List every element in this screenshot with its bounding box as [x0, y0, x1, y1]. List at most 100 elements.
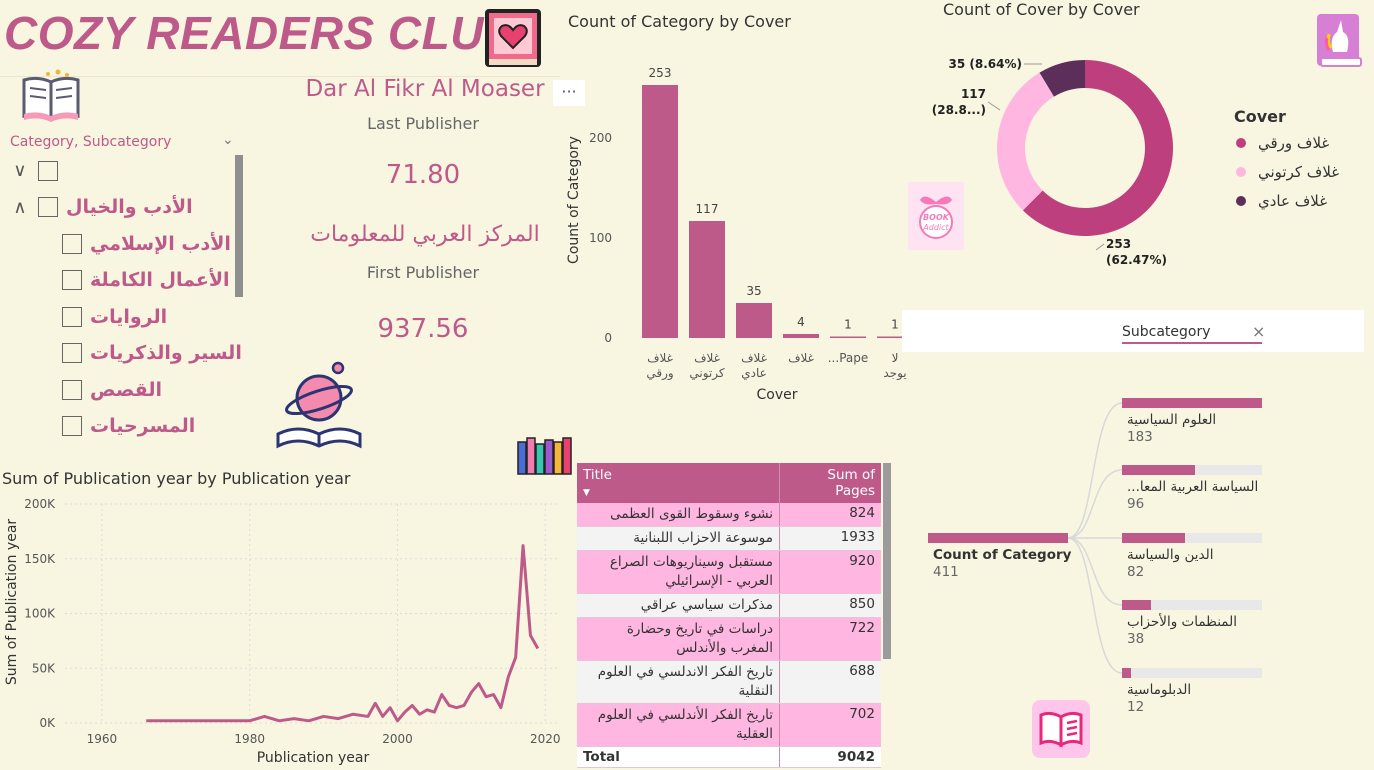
bar-y-axis-label: Count of Category — [566, 136, 582, 264]
table-cell-pages: 850 — [779, 593, 881, 618]
book-heart-icon — [482, 6, 544, 70]
bar-x-tick: غلاف — [694, 351, 720, 365]
decomp-root-bar[interactable] — [928, 533, 1068, 543]
bar-chart: Count of Category0100200253غلافورقي117غل… — [566, 66, 913, 403]
slicer-checkbox[interactable] — [62, 343, 82, 363]
decomp-node-label: السياسة العربية المعا... — [1127, 479, 1259, 495]
bar-x-tick: كرتوني — [689, 366, 725, 381]
line-x-tick: 2020 — [530, 732, 561, 746]
close-icon[interactable]: × — [1252, 322, 1265, 341]
legend-item[interactable]: غلاف عادي — [1236, 192, 1327, 210]
first-publisher-label: First Publisher — [366, 263, 480, 282]
decomp-node-fill — [1122, 533, 1185, 543]
decomp-node-bar[interactable] — [1122, 600, 1262, 610]
slicer-checkbox[interactable] — [62, 380, 82, 400]
slicer-checkbox[interactable] — [38, 160, 58, 181]
bar — [830, 336, 866, 338]
decomp-root-value: 411 — [933, 564, 959, 580]
table-cell-title: مستقبل وسيناريوهات الصراع العربي - الإسر… — [577, 550, 780, 594]
first-value: 937.56 — [377, 314, 469, 344]
table-cell-pages: 722 — [779, 617, 881, 661]
table-cell-title: تاريخ الفكر الأندلسي في العلوم العقلية — [577, 703, 780, 747]
bar — [689, 221, 725, 338]
slicer-checkbox[interactable] — [62, 234, 82, 254]
slicer-item[interactable]: السير والذكريات — [62, 342, 242, 364]
bar-data-label: 35 — [746, 284, 761, 298]
slicer-item[interactable]: ∨ — [8, 160, 66, 181]
bar-data-label: 1 — [844, 318, 852, 332]
donut-data-label: (62.47%) — [1106, 253, 1167, 267]
legend-item[interactable]: غلاف كرتوني — [1236, 163, 1339, 181]
legend-item[interactable]: غلاف ورقي — [1236, 134, 1329, 152]
donut-chart-title: Count of Cover by Cover — [943, 0, 1140, 19]
slicer-checkbox[interactable] — [62, 270, 82, 290]
bar-x-tick: غلاف — [788, 351, 814, 365]
first-publisher-name: المركز العربي للمعلومات — [310, 222, 540, 247]
slicer-scrollbar[interactable] — [235, 155, 243, 297]
slicer-item[interactable]: الروايات — [62, 306, 167, 328]
table-cell-title: مذكرات سياسي عراقي — [577, 593, 780, 618]
chevron-down-icon[interactable]: ⌄ — [222, 132, 234, 148]
slicer-item[interactable]: الأعمال الكاملة — [62, 269, 230, 291]
legend-dot — [1236, 167, 1246, 177]
decomp-node-label: الدبلوماسية — [1127, 682, 1192, 698]
table-cell-title: دراسات في تاريخ وحضارة المغرب والأندلس — [577, 617, 780, 661]
line-y-tick: 150K — [24, 552, 56, 566]
table-row[interactable]: نشوء وسقوط القوى العظمى 824 — [577, 503, 881, 527]
table-cell-pages: 920 — [779, 550, 881, 594]
line-x-tick: 1960 — [87, 732, 118, 746]
table-row[interactable]: دراسات في تاريخ وحضارة المغرب والأندلس 72… — [577, 617, 881, 661]
table-header-title[interactable]: Title ▼ — [577, 463, 780, 503]
table-row[interactable]: مستقبل وسيناريوهات الصراع العربي - الإسر… — [577, 550, 881, 594]
decomp-node-value: 96 — [1127, 496, 1145, 512]
table-cell-title: تاريخ الفكر الاندلسي في العلوم النقلية — [577, 660, 780, 704]
table-row[interactable]: مذكرات سياسي عراقي 850 — [577, 593, 881, 618]
bar-x-tick: Pape... — [828, 351, 869, 365]
titles-table: Title ▼ Sum of Pages نشوء وسقوط القوى الع… — [577, 463, 881, 768]
subcategory-filter-label: Subcategory — [1122, 324, 1211, 340]
open-book-icon — [20, 68, 82, 124]
line-y-tick: 100K — [24, 607, 56, 621]
decomp-connector — [1067, 537, 1123, 674]
legend-label: غلاف ورقي — [1258, 134, 1330, 152]
table-row[interactable]: موسوعة الاحزاب اللبنانية 1933 — [577, 526, 881, 551]
decomp-node-label: العلوم السياسية — [1127, 412, 1217, 428]
donut-data-label: 35 (8.64%) — [949, 57, 1022, 71]
slicer-item[interactable]: المسرحيات — [62, 415, 195, 437]
reading-book-icon — [1032, 700, 1090, 758]
slicer-item[interactable]: ∧ الأدب والخيال — [8, 196, 192, 218]
decomp-node-bar[interactable] — [1122, 465, 1262, 475]
bar-x-tick: لا — [892, 351, 899, 365]
last-publisher-name: Dar Al Fikr Al Moaser — [305, 76, 545, 102]
slicer-item-label: الروايات — [90, 306, 168, 328]
line-series — [146, 544, 540, 723]
decomp-node-bar[interactable] — [1122, 668, 1262, 678]
slicer-item-label: القصص — [90, 379, 162, 401]
decomp-node-value: 82 — [1127, 564, 1145, 580]
legend-label: غلاف كرتوني — [1258, 163, 1340, 181]
bar-y-tick: 0 — [604, 331, 612, 345]
slicer-checkbox[interactable] — [38, 197, 58, 217]
decomp-node-bar[interactable] — [1122, 398, 1262, 408]
table-row[interactable]: تاريخ الفكر الأندلسي في العلوم العقلية 70… — [577, 703, 881, 747]
line-y-tick: 50K — [32, 661, 56, 675]
bar-y-tick: 100 — [589, 231, 612, 245]
decomp-node-label: المنظمات والأحزاب — [1127, 614, 1237, 630]
slicer-item-label: الأعمال الكاملة — [90, 269, 230, 291]
decomp-node-bar[interactable] — [1122, 533, 1262, 543]
slicer-checkbox[interactable] — [62, 307, 82, 327]
expand-icon[interactable]: ∨ — [8, 160, 32, 181]
donut-leader-line — [1095, 243, 1105, 251]
slicer-item[interactable]: الأدب الإسلامي — [62, 233, 231, 255]
bar-y-tick: 200 — [589, 131, 612, 145]
table-cell-title: نشوء وسقوط القوى العظمى — [577, 503, 780, 527]
table-scrollbar[interactable] — [883, 463, 891, 659]
slicer-item[interactable]: القصص — [62, 379, 162, 401]
subcategory-filter[interactable]: Subcategory × — [902, 310, 1364, 352]
decomp-node-value: 38 — [1127, 631, 1145, 647]
filter-underline — [1122, 342, 1262, 344]
table-row[interactable]: تاريخ الفكر الاندلسي في العلوم النقلية 68… — [577, 660, 881, 704]
slicer-checkbox[interactable] — [62, 416, 82, 436]
table-header-pages[interactable]: Sum of Pages — [779, 463, 881, 503]
collapse-icon[interactable]: ∧ — [8, 197, 32, 218]
